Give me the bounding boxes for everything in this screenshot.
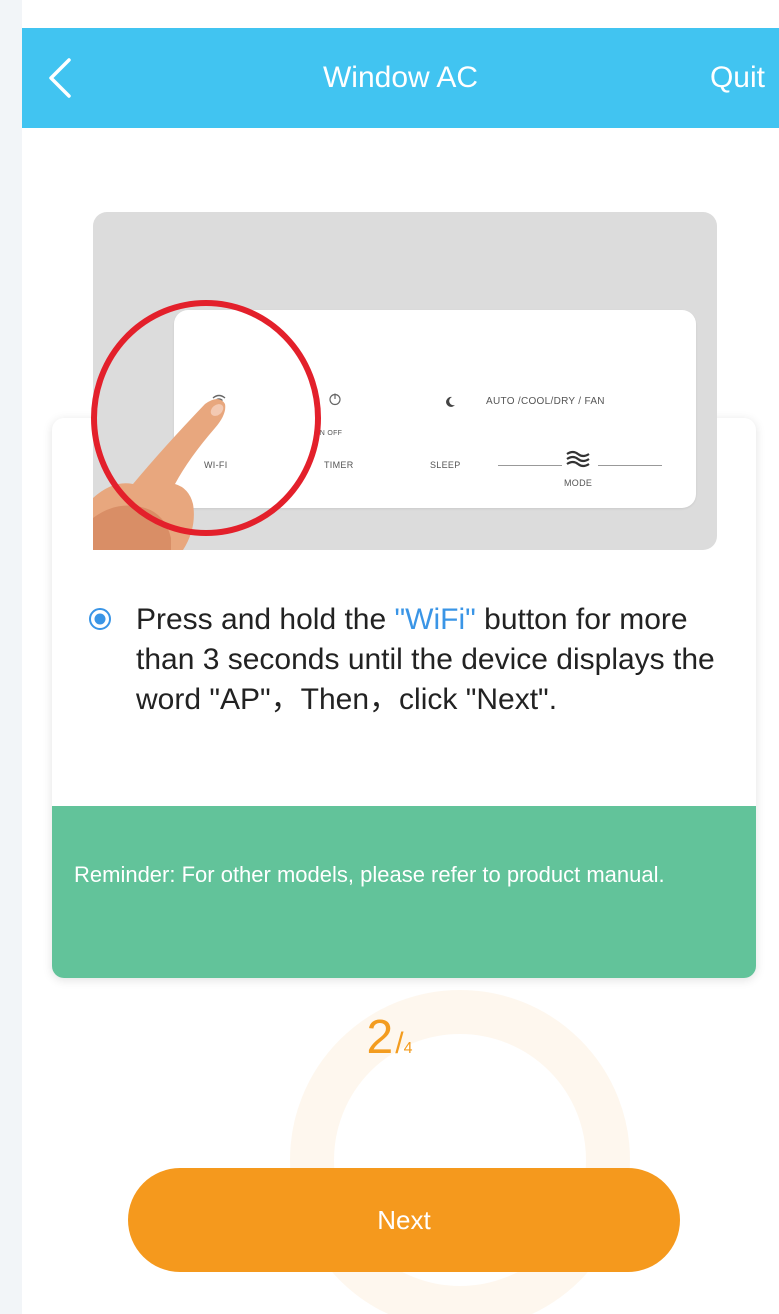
left-strip (0, 0, 22, 1314)
step-current: 2 (366, 1011, 394, 1064)
mode-label: MODE (564, 478, 593, 488)
back-button[interactable] (36, 54, 84, 102)
fan-mode-icon (566, 450, 590, 468)
divider-line (498, 465, 562, 466)
wifi-highlight: "WiFi" (394, 603, 476, 636)
step-total: 4 (403, 1040, 413, 1057)
highlight-circle (91, 300, 321, 536)
instruction-text: Press and hold the "WiFi" button for mor… (136, 603, 715, 716)
sleep-label: SLEEP (430, 460, 461, 470)
divider-line (598, 465, 662, 466)
page-title: Window AC (322, 61, 479, 94)
reminder-banner: Reminder: For other models, please refer… (52, 806, 756, 978)
reminder-text: Reminder: For other models, please refer… (74, 862, 665, 887)
moon-icon (446, 396, 455, 407)
header-bar: Window AC Quit (22, 28, 779, 128)
next-button[interactable]: Next (128, 1168, 680, 1272)
chevron-left-icon (49, 58, 71, 98)
power-icon (329, 393, 341, 406)
modes-label: AUTO /COOL/DRY / FAN (486, 396, 605, 407)
timer-label: TIMER (324, 460, 354, 470)
step-indicator: 2/4 (0, 1010, 779, 1065)
step-separator: / (395, 1027, 404, 1060)
quit-button[interactable]: Quit (710, 28, 765, 128)
